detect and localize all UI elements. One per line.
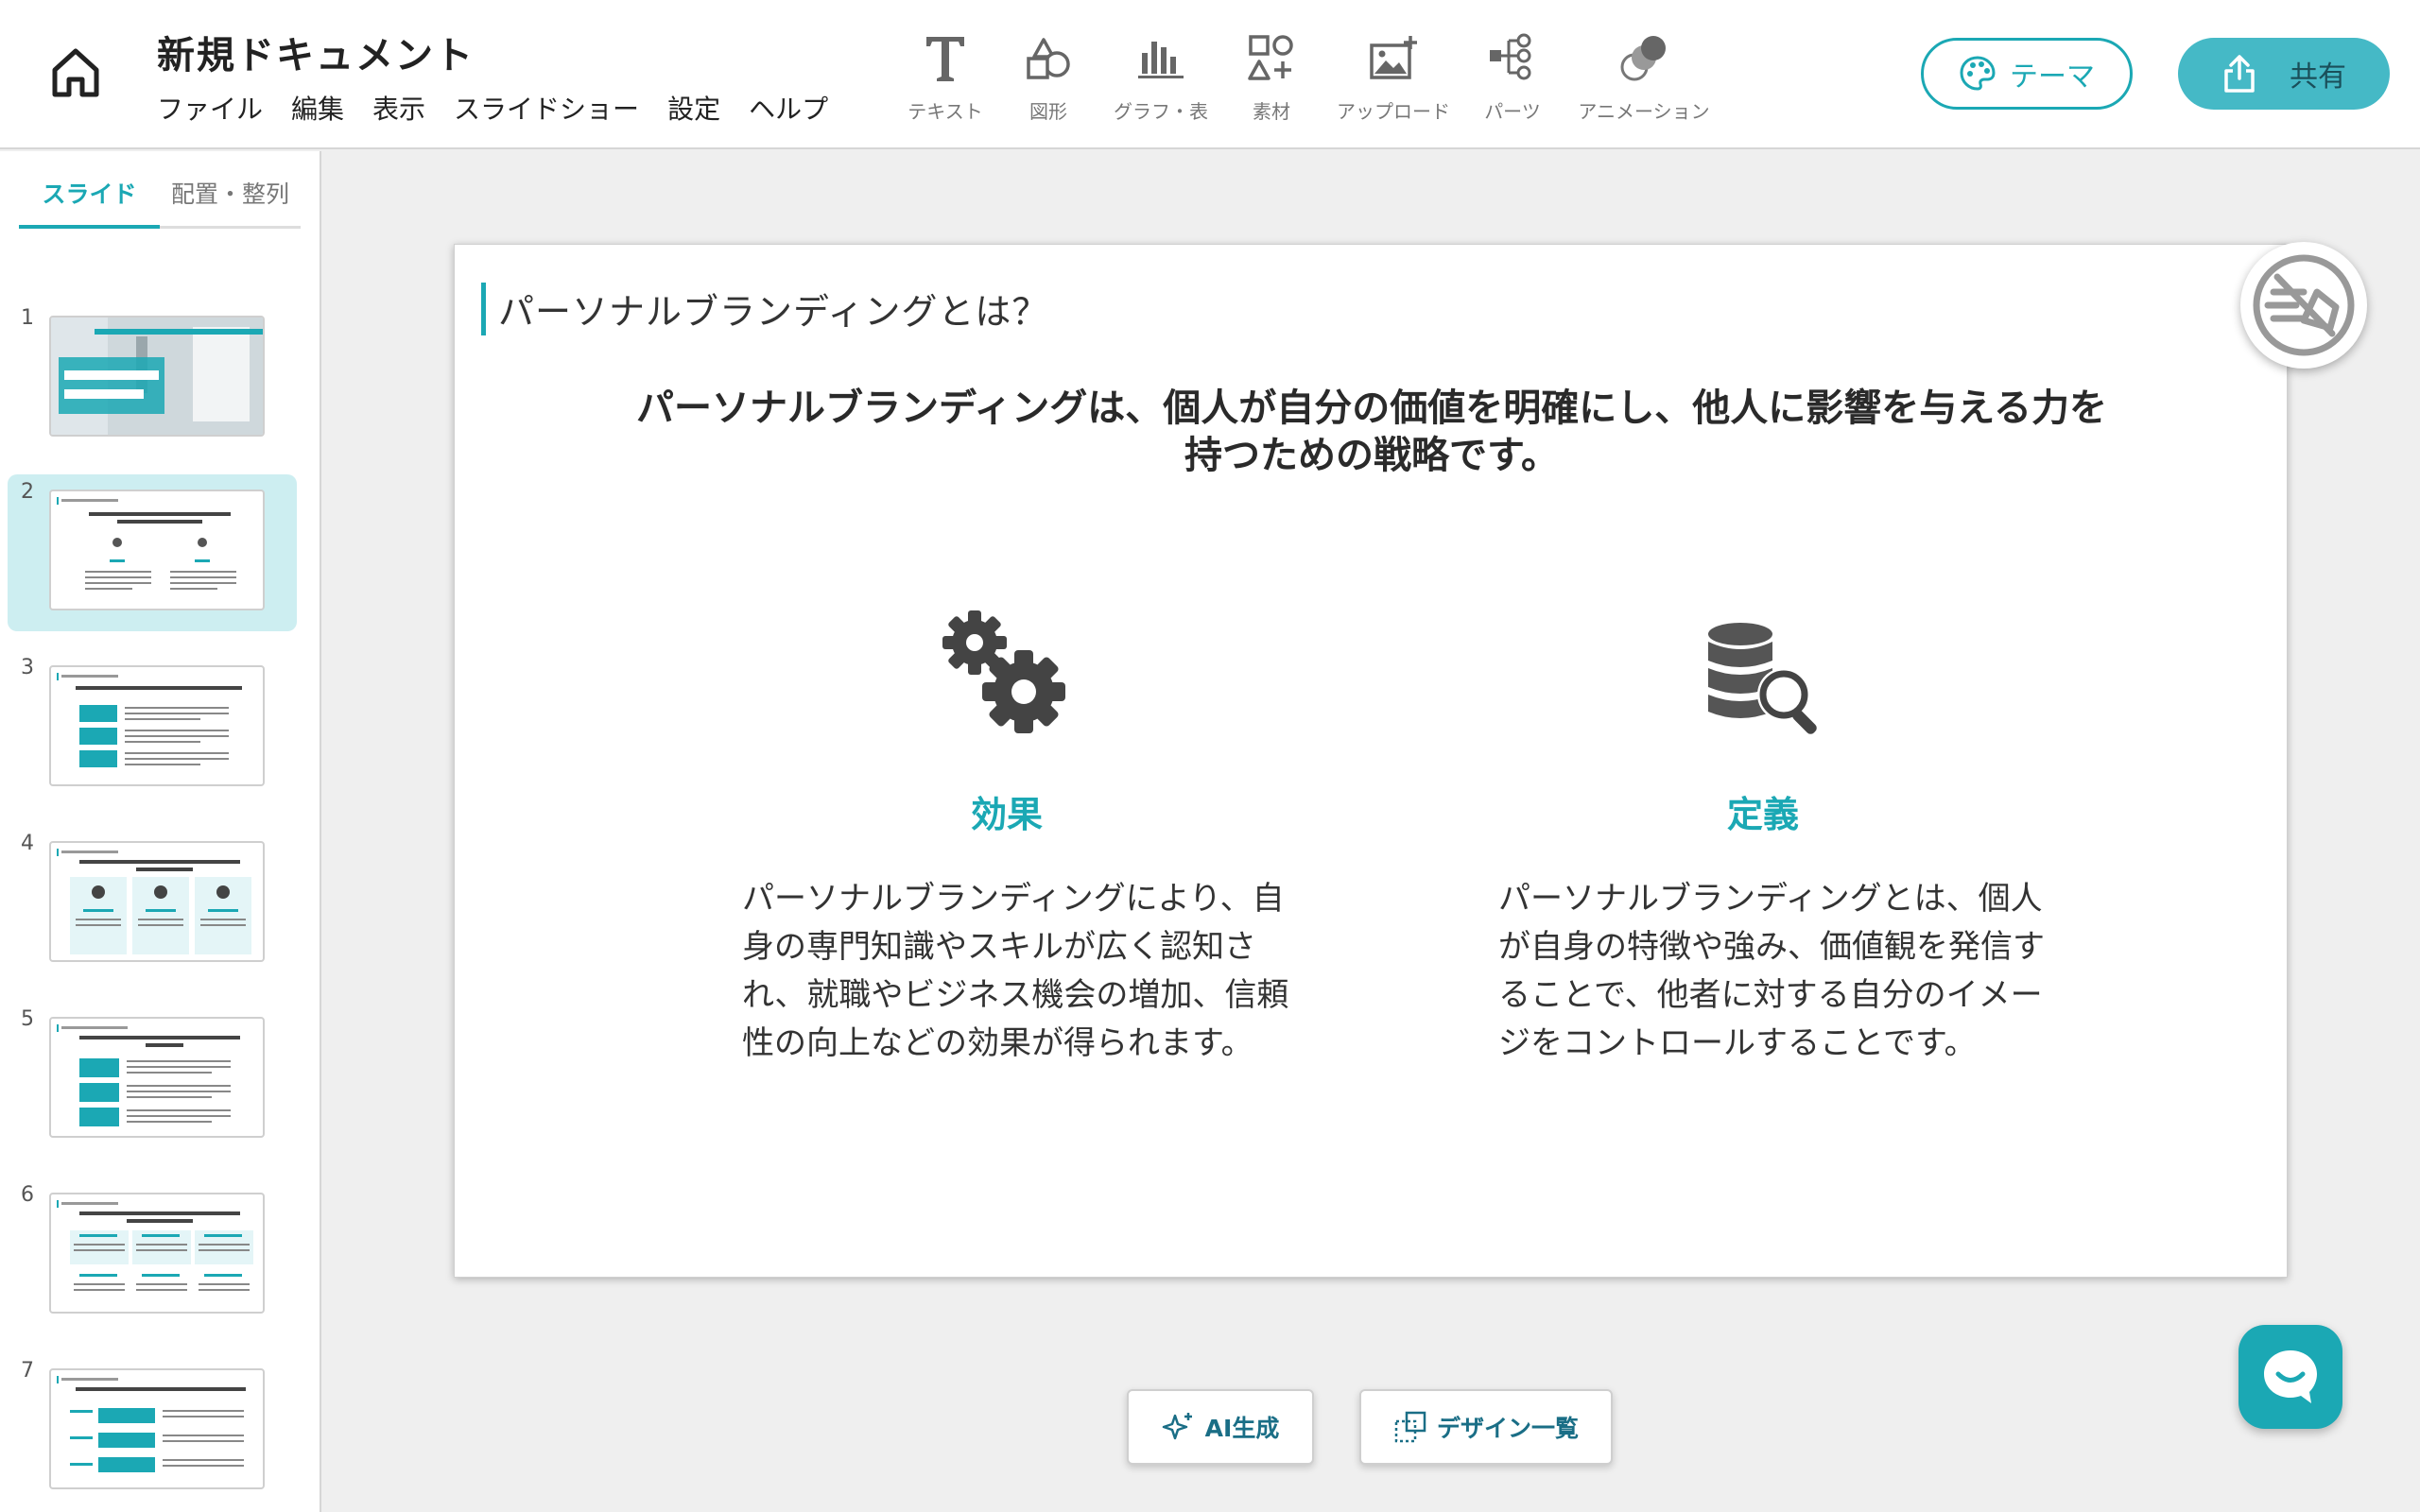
tool-upload[interactable]: アップロード	[1323, 28, 1463, 124]
design-list-button[interactable]: デザイン一覧	[1359, 1389, 1613, 1465]
database-search-icon	[1708, 623, 1817, 734]
column-definition[interactable]: 定義 パーソナルブランディングとは、個人が自身の特徴や強み、価値観を発信すること…	[1461, 604, 2066, 1068]
slide-eraser-button[interactable]	[2240, 242, 2367, 369]
tool-text[interactable]: テキスト	[896, 28, 994, 124]
column-body: パーソナルブランディングにより、自身の専門知識やスキルが広く認知され、就職やビジ…	[742, 880, 1289, 1062]
insert-tools: テキスト 図形 グラフ・表 素材 アップロード パーツ アニメーション	[896, 28, 1726, 124]
menu-bar: ファイル 編集 表示 スライドショー 設定 ヘルプ	[157, 89, 828, 127]
menu-slideshow[interactable]: スライドショー	[454, 89, 639, 127]
sparkle-icon	[1162, 1413, 1192, 1440]
slide-thumbnail-5[interactable]: 5	[8, 1002, 297, 1159]
thumbnail-graphic	[57, 497, 236, 590]
theme-button[interactable]: テーマ	[1921, 38, 2133, 110]
menu-file[interactable]: ファイル	[157, 89, 263, 127]
heading-accent-bar	[481, 283, 486, 335]
chat-icon	[2264, 1350, 2317, 1403]
tool-chart-table[interactable]: グラフ・表	[1102, 28, 1219, 124]
menu-settings[interactable]: 設定	[667, 89, 720, 127]
column-title: 効果	[970, 794, 1043, 835]
thumbnail-preview	[49, 490, 265, 610]
top-toolbar: 新規ドキュメント ファイル 編集 表示 スライドショー 設定 ヘルプ テキスト …	[0, 0, 2420, 149]
thumbnail-preview	[49, 316, 265, 437]
thumbnail-preview	[49, 841, 265, 962]
slide-panel: スライド 配置・整列 1 2 3 4 5 6 7	[0, 151, 321, 1512]
document-title[interactable]: 新規ドキュメント	[157, 25, 475, 79]
thumbnail-graphic	[57, 1376, 246, 1472]
text-icon	[926, 37, 964, 81]
panel-tabs: スライド 配置・整列	[19, 172, 301, 229]
gears-icon	[942, 610, 1065, 733]
design-layout-icon	[1394, 1411, 1426, 1443]
slide-thumbnail-7[interactable]: 7	[8, 1353, 297, 1510]
animation-icon	[1620, 36, 1666, 81]
tab-slides[interactable]: スライド	[19, 172, 160, 229]
thumbnail-preview	[49, 1368, 265, 1489]
column-body: パーソナルブランディングとは、個人が自身の特徴や強み、価値観を発信することで、他…	[1498, 880, 2045, 1062]
thumbnail-preview	[49, 665, 265, 786]
slide-heading[interactable]: パーソナルブランディングとは？	[498, 283, 1048, 335]
ai-generate-button[interactable]: AI生成	[1127, 1389, 1314, 1465]
upload-image-icon	[1370, 36, 1417, 79]
tool-shapes[interactable]: 図形	[994, 28, 1102, 124]
menu-help[interactable]: ヘルプ	[749, 89, 828, 127]
thumbnail-graphic	[57, 673, 242, 767]
tool-parts[interactable]: パーツ	[1463, 28, 1562, 124]
home-button[interactable]	[42, 38, 110, 106]
slide-thumbnail-2[interactable]: 2	[8, 474, 297, 631]
slide-lead-text[interactable]: パーソナルブランディングは、個人が自分の価値を明確にし、他人に影響を与える力を持…	[625, 385, 2118, 479]
slide-thumbnail-6[interactable]: 6	[8, 1177, 297, 1334]
tool-elements[interactable]: 素材	[1219, 28, 1323, 124]
elements-icon	[1248, 35, 1293, 80]
menu-edit[interactable]: 編集	[291, 89, 344, 127]
chat-support-button[interactable]	[2238, 1325, 2342, 1429]
thumbnail-graphic	[57, 1024, 240, 1126]
column-effect[interactable]: 効果 パーソナルブランディングにより、自身の専門知識やスキルが広く認知され、就職…	[704, 604, 1309, 1068]
thumbnail-graphic	[57, 849, 251, 954]
slide-thumbnail-1[interactable]: 1	[8, 301, 297, 457]
thumbnail-graphic	[51, 318, 263, 435]
shapes-icon	[1027, 38, 1070, 79]
slide-thumbnail-4[interactable]: 4	[8, 826, 297, 983]
home-icon	[52, 48, 99, 97]
column-title: 定義	[1726, 794, 1799, 835]
menu-view[interactable]: 表示	[372, 89, 425, 127]
thumbnail-preview	[49, 1017, 265, 1138]
tab-arrange[interactable]: 配置・整列	[160, 172, 301, 226]
palette-icon	[1960, 56, 1996, 91]
tool-animation[interactable]: アニメーション	[1562, 28, 1726, 124]
share-button[interactable]: 共有	[2178, 38, 2390, 110]
eraser-icon	[2253, 254, 2355, 356]
chart-icon	[1138, 42, 1184, 78]
slide-canvas[interactable]: パーソナルブランディングとは？ パーソナルブランディングは、個人が自分の価値を明…	[454, 244, 2288, 1278]
slide-thumbnail-3[interactable]: 3	[8, 650, 297, 807]
thumbnail-graphic	[57, 1200, 253, 1308]
thumbnail-preview	[49, 1193, 265, 1314]
parts-icon	[1490, 33, 1531, 80]
share-icon	[2224, 55, 2255, 93]
